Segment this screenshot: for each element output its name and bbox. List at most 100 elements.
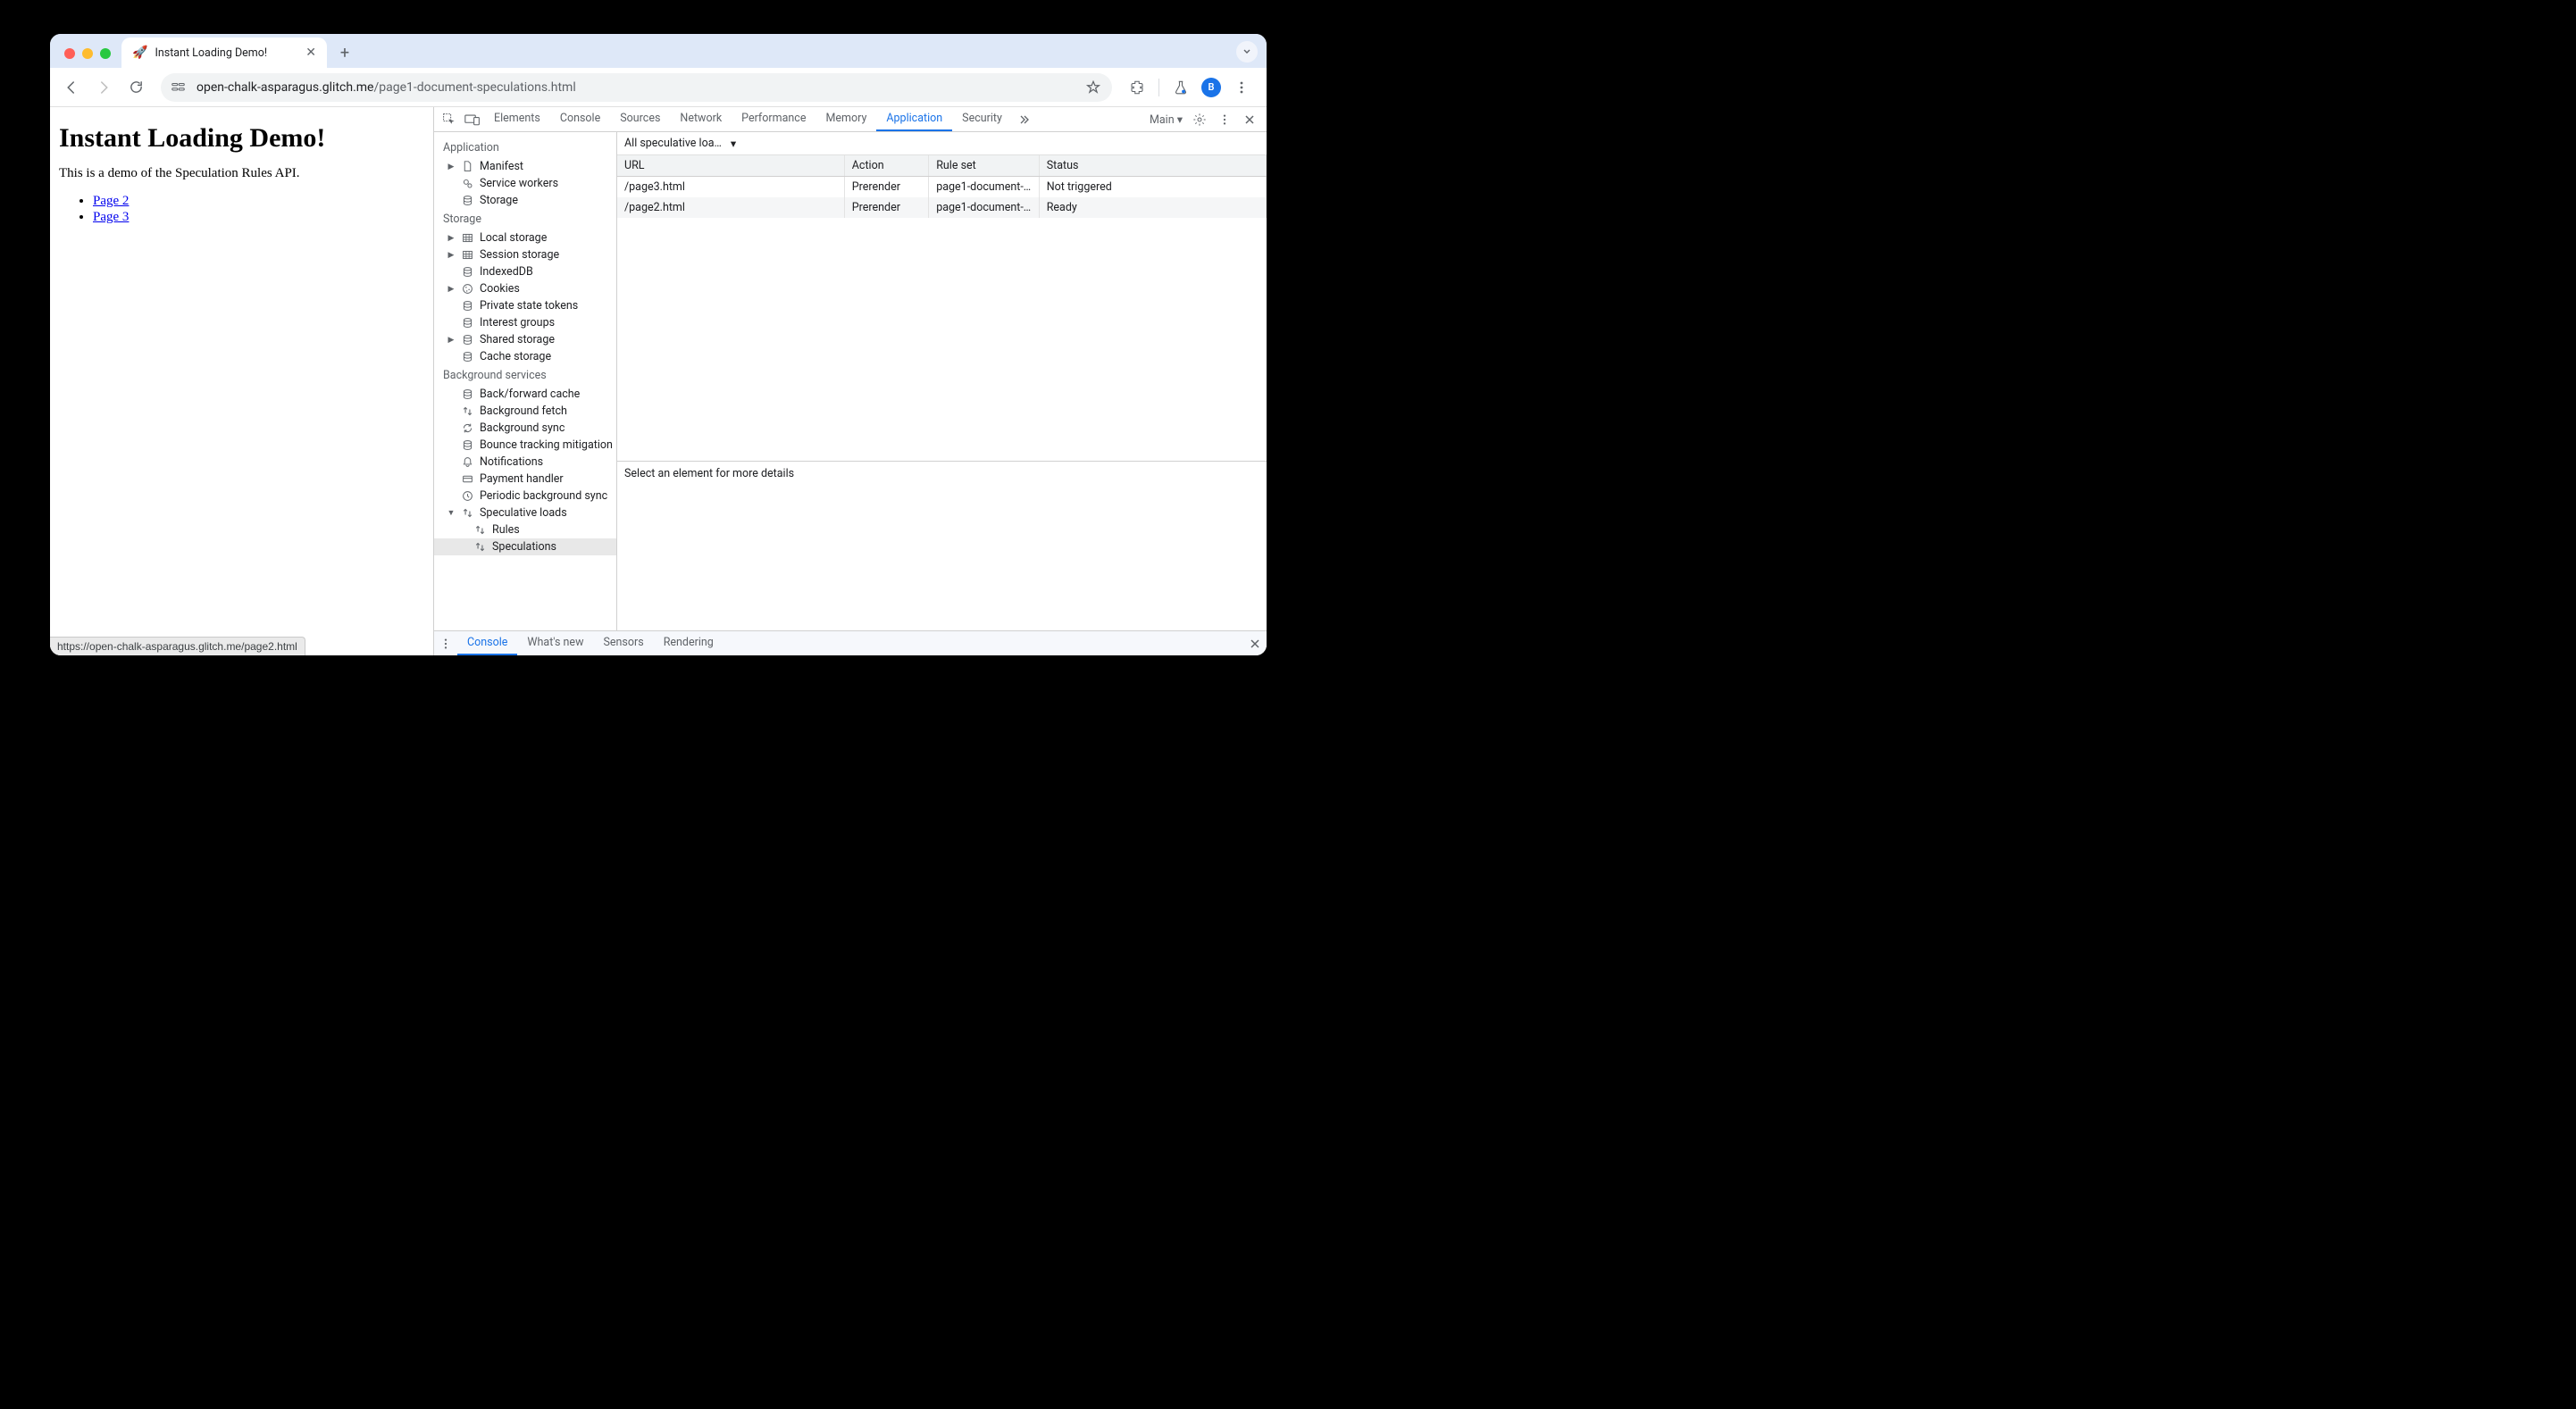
sidebar-item-background-fetch[interactable]: ▶Background fetch	[434, 403, 616, 420]
sidebar-item-rules[interactable]: Rules	[434, 521, 616, 538]
sidebar-item-speculative-loads[interactable]: ▼Speculative loads	[434, 504, 616, 521]
sidebar-item-cache-storage[interactable]: ▶Cache storage	[434, 348, 616, 365]
table-row[interactable]: /page3.htmlPrerenderpage1-document-…Not …	[617, 177, 1267, 198]
browser-tab[interactable]: 🚀 Instant Loading Demo! ✕	[121, 38, 327, 68]
drawer-menu-button[interactable]	[434, 631, 457, 655]
devtools-tab-network[interactable]: Network	[670, 107, 732, 131]
table-row[interactable]: /page2.htmlPrerenderpage1-document-…Read…	[617, 197, 1267, 218]
sidebar-item-local-storage[interactable]: ▶Local storage	[434, 229, 616, 246]
page-paragraph: This is a demo of the Speculation Rules …	[59, 166, 424, 181]
labs-button[interactable]	[1167, 73, 1195, 102]
cell-status: Ready	[1039, 197, 1266, 218]
reload-button[interactable]	[121, 73, 150, 102]
sidebar-item-background-sync[interactable]: ▶Background sync	[434, 420, 616, 437]
card-icon	[461, 473, 474, 485]
speculations-filter-select[interactable]: All speculative loa… ▾	[624, 137, 736, 151]
cell-ruleset: page1-document-…	[929, 197, 1040, 218]
devtools-close-button[interactable]	[1238, 114, 1261, 125]
sidebar-item-cookies[interactable]: ▶ Cookies	[434, 280, 616, 297]
tab-overflow-button[interactable]	[1236, 41, 1258, 63]
devtools-drawer: ConsoleWhat's newSensorsRendering	[434, 630, 1267, 655]
db-icon	[461, 266, 474, 278]
site-info-button[interactable]	[171, 81, 188, 94]
devtools-tab-sources[interactable]: Sources	[610, 107, 670, 131]
disclosure-triangle-icon: ▼	[447, 508, 456, 518]
inspect-element-button[interactable]	[438, 107, 461, 131]
devtools-target-label[interactable]: Main ▾	[1142, 113, 1186, 127]
sidebar-item-periodic-background-sync[interactable]: ▶Periodic background sync	[434, 488, 616, 504]
content-area: Instant Loading Demo! This is a demo of …	[50, 107, 1267, 655]
sync-icon	[461, 422, 474, 434]
cell-action: Prerender	[844, 197, 928, 218]
sidebar-item-bounce-tracking-mitigation[interactable]: ▶Bounce tracking mitigation	[434, 437, 616, 454]
devtools-tab-console[interactable]: Console	[550, 107, 610, 131]
back-button[interactable]	[57, 73, 86, 102]
sidebar-section-title: Application	[434, 138, 616, 158]
column-header-status[interactable]: Status	[1039, 155, 1266, 177]
sidebar-item-label: Bounce tracking mitigation	[480, 438, 613, 452]
forward-button[interactable]	[89, 73, 118, 102]
sidebar-item-service-workers[interactable]: ▶Service workers	[434, 175, 616, 192]
status-bar: https://open-chalk-asparagus.glitch.me/p…	[50, 637, 305, 655]
extensions-button[interactable]	[1123, 73, 1151, 102]
chrome-menu-button[interactable]	[1227, 73, 1256, 102]
close-window-button[interactable]	[64, 48, 75, 59]
profile-button[interactable]: B	[1197, 73, 1225, 102]
gears-icon	[461, 178, 474, 189]
address-bar[interactable]: open-chalk-asparagus.glitch.me/page1-doc…	[161, 73, 1112, 102]
drawer-tab-console[interactable]: Console	[457, 631, 517, 655]
disclosure-triangle-icon: ▶	[447, 163, 456, 171]
cell-url: /page2.html	[617, 197, 844, 218]
browser-window: 🚀 Instant Loading Demo! ✕ + open-chalk-a…	[50, 34, 1267, 655]
sidebar-item-back-forward-cache[interactable]: ▶Back/forward cache	[434, 386, 616, 403]
sidebar-section-title: Background services	[434, 365, 616, 386]
new-tab-button[interactable]: +	[332, 40, 357, 65]
cell-url: /page3.html	[617, 177, 844, 198]
sidebar-item-manifest[interactable]: ▶Manifest	[434, 158, 616, 175]
sidebar-item-label: Periodic background sync	[480, 489, 607, 503]
sidebar-item-speculations[interactable]: Speculations	[434, 538, 616, 555]
sidebar-item-session-storage[interactable]: ▶Session storage	[434, 246, 616, 263]
sidebar-item-indexeddb[interactable]: ▶IndexedDB	[434, 263, 616, 280]
sidebar-item-payment-handler[interactable]: ▶Payment handler	[434, 471, 616, 488]
drawer-close-button[interactable]	[1243, 631, 1267, 655]
sidebar-item-interest-groups[interactable]: ▶Interest groups	[434, 314, 616, 331]
sidebar-item-label: Rules	[492, 523, 520, 537]
devtools-tab-security[interactable]: Security	[952, 107, 1012, 131]
page-link-3[interactable]: Page 3	[93, 210, 129, 224]
devtools-tab-elements[interactable]: Elements	[484, 107, 550, 131]
sidebar-item-label: Cookies	[480, 282, 520, 296]
devtools-settings-button[interactable]	[1188, 113, 1211, 127]
page-link-2[interactable]: Page 2	[93, 194, 129, 208]
device-toolbar-button[interactable]	[461, 107, 484, 131]
devtools-menu-button[interactable]	[1213, 113, 1236, 126]
grid-icon	[461, 249, 474, 261]
db-icon	[461, 334, 474, 346]
cell-status: Not triggered	[1039, 177, 1266, 198]
db-icon	[461, 351, 474, 363]
sidebar-item-label: Session storage	[480, 248, 559, 262]
drawer-tab-rendering[interactable]: Rendering	[654, 631, 723, 655]
drawer-tab-sensors[interactable]: Sensors	[593, 631, 653, 655]
disclosure-triangle-icon: ▶	[447, 285, 456, 294]
column-header-action[interactable]: Action	[844, 155, 928, 177]
bookmark-star-button[interactable]	[1085, 79, 1101, 96]
devtools-tab-application[interactable]: Application	[876, 107, 952, 131]
column-header-url[interactable]: URL	[617, 155, 844, 177]
sidebar-item-storage[interactable]: ▶Storage	[434, 192, 616, 209]
sidebar-item-label: Service workers	[480, 177, 558, 190]
sidebar-item-shared-storage[interactable]: ▶Shared storage	[434, 331, 616, 348]
drawer-tab-what-s-new[interactable]: What's new	[517, 631, 593, 655]
maximize-window-button[interactable]	[100, 48, 111, 59]
devtools-tab-performance[interactable]: Performance	[732, 107, 815, 131]
devtools-more-tabs-button[interactable]	[1012, 107, 1035, 131]
updown-icon	[461, 507, 474, 519]
sidebar-item-label: Payment handler	[480, 472, 564, 486]
devtools-tab-memory[interactable]: Memory	[815, 107, 876, 131]
sidebar-item-private-state-tokens[interactable]: ▶Private state tokens	[434, 297, 616, 314]
minimize-window-button[interactable]	[82, 48, 93, 59]
tab-close-button[interactable]: ✕	[305, 46, 316, 60]
browser-toolbar: open-chalk-asparagus.glitch.me/page1-doc…	[50, 68, 1267, 107]
sidebar-item-notifications[interactable]: ▶Notifications	[434, 454, 616, 471]
column-header-ruleset[interactable]: Rule set	[929, 155, 1040, 177]
